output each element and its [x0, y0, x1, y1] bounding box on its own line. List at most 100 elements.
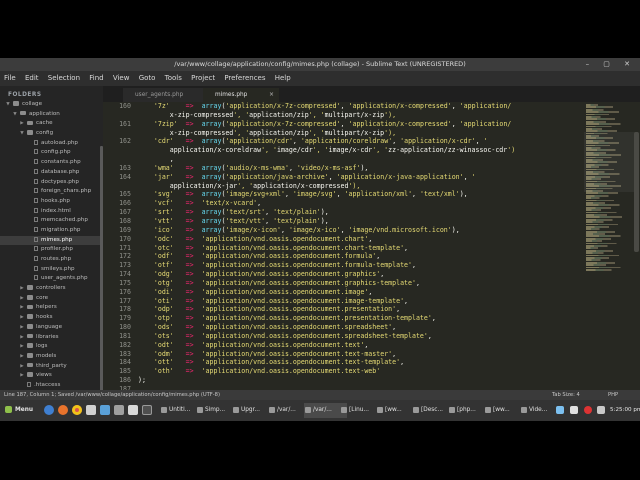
chevron-right-icon[interactable]: ▶: [19, 323, 25, 333]
window-controls[interactable]: – ▢ ✕: [586, 58, 636, 71]
menu-tools[interactable]: Tools: [161, 71, 185, 86]
sidebar-file[interactable]: index.html: [0, 207, 103, 217]
volume-icon[interactable]: [597, 406, 605, 414]
show-desktop-icon[interactable]: [44, 405, 54, 415]
software-icon[interactable]: [100, 405, 110, 415]
code-line[interactable]: ,: [138, 155, 578, 164]
minimap-viewport[interactable]: [584, 132, 638, 192]
sidebar-folder[interactable]: ▼ collage: [0, 100, 103, 110]
sidebar-folder[interactable]: ▶ third_party: [0, 362, 103, 372]
code-line[interactable]: x-zip-compressed', 'application/zip', 'm…: [138, 111, 578, 120]
code-line[interactable]: 'ods' => 'application/vnd.oasis.opendocu…: [138, 323, 578, 332]
sidebar-file[interactable]: database.php: [0, 168, 103, 178]
code-line[interactable]: 'odm' => 'application/vnd.oasis.opendocu…: [138, 350, 578, 359]
code-line[interactable]: application/x-coreldraw', 'image/cdr', '…: [138, 146, 578, 155]
sidebar-file[interactable]: migration.php: [0, 226, 103, 236]
notifications-icon[interactable]: [570, 406, 578, 414]
chevron-down-icon[interactable]: ▼: [12, 110, 18, 120]
code-line[interactable]: application/x-jar', 'application/x-compr…: [138, 182, 578, 191]
sidebar-file[interactable]: smileys.php: [0, 265, 103, 275]
menu-help[interactable]: Help: [271, 71, 294, 86]
code-line[interactable]: 'odc' => 'application/vnd.oasis.opendocu…: [138, 235, 578, 244]
code-line[interactable]: x-zip-compressed', 'application/zip', 'm…: [138, 129, 578, 138]
tab-mimes[interactable]: mimes.php ×: [203, 88, 279, 102]
chevron-right-icon[interactable]: ▶: [19, 333, 25, 343]
code-line[interactable]: 'svg' => array('image/svg+xml', 'image/s…: [138, 190, 578, 199]
chevron-right-icon[interactable]: ▶: [19, 294, 25, 304]
chevron-right-icon[interactable]: ▶: [19, 362, 25, 372]
sidebar-folder[interactable]: ▶ hooks: [0, 313, 103, 323]
chevron-down-icon[interactable]: ▼: [19, 129, 25, 139]
code-line[interactable]: 'cdr' => array('application/cdr', 'appli…: [138, 137, 578, 146]
tab-user-agents[interactable]: user_agents.php: [123, 88, 203, 102]
code-line[interactable]: 'wma' => array('audio/x-ms-wma', 'video/…: [138, 164, 578, 173]
menu-edit[interactable]: Edit: [21, 71, 42, 86]
menu-project[interactable]: Project: [187, 71, 218, 86]
clock[interactable]: 5:25:00 pm: [610, 400, 640, 421]
sidebar-folder[interactable]: ▼ config: [0, 129, 103, 139]
code-line[interactable]: 'oti' => 'application/vnd.oasis.opendocu…: [138, 297, 578, 306]
network-icon[interactable]: [556, 406, 564, 414]
editor-scrollbar[interactable]: [634, 132, 639, 252]
chevron-right-icon[interactable]: ▶: [19, 371, 25, 381]
chevron-right-icon[interactable]: ▶: [19, 119, 25, 129]
status-syntax[interactable]: PHP: [608, 390, 618, 400]
code-line[interactable]: 'jar' => array('application/java-archive…: [138, 173, 578, 182]
code-line[interactable]: 'odg' => 'application/vnd.oasis.opendocu…: [138, 270, 578, 279]
sidebar-file[interactable]: doctypes.php: [0, 178, 103, 188]
sidebar-folder[interactable]: ▶ controllers: [0, 284, 103, 294]
minimap[interactable]: [584, 104, 638, 284]
chrome-icon[interactable]: [72, 405, 82, 415]
sidebar-file[interactable]: .htaccess: [0, 381, 103, 390]
code-editor[interactable]: 160 161 162 163 164 165 166 167 168 169 170 171 172 1…: [103, 102, 640, 390]
terminal-icon[interactable]: [114, 405, 124, 415]
menu-view[interactable]: View: [109, 71, 133, 86]
sidebar-file[interactable]: routes.php: [0, 255, 103, 265]
chevron-right-icon[interactable]: ▶: [19, 303, 25, 313]
code-line[interactable]: 'odt' => 'application/vnd.oasis.opendocu…: [138, 341, 578, 350]
status-tab-size[interactable]: Tab Size: 4: [552, 390, 580, 400]
sublime-icon[interactable]: [142, 405, 152, 415]
start-menu-button[interactable]: Menu: [2, 402, 36, 419]
menu-preferences[interactable]: Preferences: [220, 71, 268, 86]
update-icon[interactable]: [584, 406, 592, 414]
sidebar-folder[interactable]: ▶ core: [0, 294, 103, 304]
sidebar-file[interactable]: memcached.php: [0, 216, 103, 226]
sidebar-folder[interactable]: ▶ libraries: [0, 333, 103, 343]
window-titlebar[interactable]: /var/www/collage/application/config/mime…: [0, 58, 640, 71]
code-line[interactable]: 'ico' => array('image/x-icon', 'image/x-…: [138, 226, 578, 235]
code-line[interactable]: 'vcf' => 'text/x-vcard',: [138, 199, 578, 208]
code-line[interactable]: );: [138, 376, 578, 385]
firefox-icon[interactable]: [58, 405, 68, 415]
code-line[interactable]: 'odf' => 'application/vnd.oasis.opendocu…: [138, 252, 578, 261]
text-editor-icon[interactable]: [128, 405, 138, 415]
chevron-right-icon[interactable]: ▶: [19, 313, 25, 323]
code-line[interactable]: 'otc' => 'application/vnd.oasis.opendocu…: [138, 244, 578, 253]
code-line[interactable]: 'otp' => 'application/vnd.oasis.opendocu…: [138, 314, 578, 323]
sidebar-folder[interactable]: ▶ models: [0, 352, 103, 362]
code-line[interactable]: '7z' => array('application/x-7z-compress…: [138, 102, 578, 111]
sidebar-folder[interactable]: ▼ application: [0, 110, 103, 120]
code-line[interactable]: 'ots' => 'application/vnd.oasis.opendocu…: [138, 332, 578, 341]
chevron-right-icon[interactable]: ▶: [19, 352, 25, 362]
code-line[interactable]: 'otf' => 'application/vnd.oasis.opendocu…: [138, 261, 578, 270]
chevron-right-icon[interactable]: ▶: [19, 284, 25, 294]
sidebar-folder[interactable]: ▶ logs: [0, 342, 103, 352]
code-area[interactable]: '7z' => array('application/x-7z-compress…: [138, 102, 578, 390]
code-line[interactable]: 'vtt' => array('text/vtt', 'text/plain')…: [138, 217, 578, 226]
chevron-right-icon[interactable]: ▶: [19, 342, 25, 352]
sidebar-file[interactable]: autoload.php: [0, 139, 103, 149]
sidebar-file[interactable]: hooks.php: [0, 197, 103, 207]
files-icon[interactable]: [86, 405, 96, 415]
sidebar-folder[interactable]: ▶ language: [0, 323, 103, 333]
sidebar-folder[interactable]: ▶ views: [0, 371, 103, 381]
code-line[interactable]: 'oth' => 'application/vnd.oasis.opendocu…: [138, 367, 578, 376]
code-line[interactable]: 'otg' => 'application/vnd.oasis.opendocu…: [138, 279, 578, 288]
menu-goto[interactable]: Goto: [135, 71, 159, 86]
menu-file[interactable]: File: [0, 71, 19, 86]
menu-find[interactable]: Find: [85, 71, 106, 86]
code-line[interactable]: 'odp' => 'application/vnd.oasis.opendocu…: [138, 305, 578, 314]
code-line[interactable]: '7zip' => array('application/x-7z-compre…: [138, 120, 578, 129]
sidebar-file[interactable]: profiler.php: [0, 245, 103, 255]
sidebar-folder[interactable]: ▶ helpers: [0, 303, 103, 313]
